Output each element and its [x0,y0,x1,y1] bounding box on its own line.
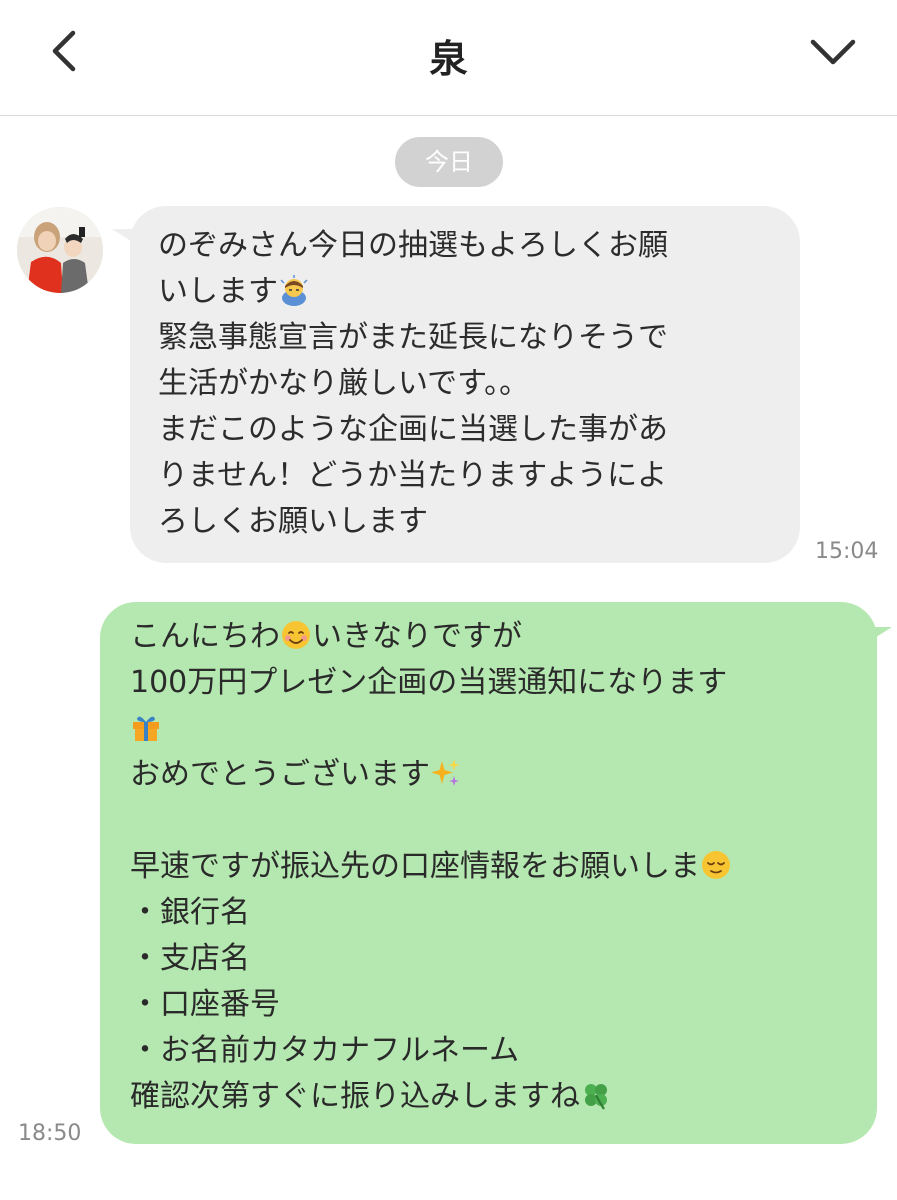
message-line: 緊急事態宣言がまた延長になりそうで [158,320,668,355]
message-text: いきなりですが [312,619,522,654]
message-text: 100万円プレゼン企画の当選通知になります [130,665,728,700]
message-text: ・口座番号 [130,987,280,1022]
message-text: こんにちわ [130,619,280,654]
message-text: おめでとうございます [130,757,430,792]
message-line: ろしくお願いします [158,504,428,539]
menu-toggle-button[interactable] [805,26,861,76]
message-line: いします [158,274,278,309]
message-timestamp: 15:04 [815,539,879,564]
chevron-down-icon [810,39,856,65]
sparkles-emoji [431,759,460,786]
message-timestamp: 18:50 [18,1121,82,1146]
message-list[interactable]: 今日 のぞみさん今日の抽選もよろしくお願 いします 緊急事態宣言がまた延長になり… [0,117,897,1200]
message-text: 早速ですが振込先の口座情報をお願いしま [130,849,700,884]
person-bowing-emoji [280,275,308,306]
smiling-face-emoji [282,621,310,649]
chat-header: 泉 [0,0,897,116]
wrapped-gift-emoji [133,716,159,741]
outgoing-message-bubble[interactable]: こんにちわ いきなりですが 100万円プレゼン企画の当選通知になります おめでとう… [100,602,877,1144]
message-text: ・銀行名 [130,895,250,930]
message-text: ・お名前カタカナフルネーム [130,1033,520,1068]
date-separator: 今日 [395,137,503,187]
incoming-message-bubble[interactable]: のぞみさん今日の抽選もよろしくお願 いします 緊急事態宣言がまた延長になりそうで… [130,206,800,563]
chat-title: 泉 [429,37,468,81]
avatar-photo [17,207,103,293]
message-text: ・支店名 [130,941,250,976]
message-line: まだこのような企画に当選した事があ [158,412,668,447]
message-line: りません！どうか当たりますようによ [158,458,668,493]
message-line: 生活がかなり厳しいです。。 [158,366,530,401]
message-text: 確認次第すぐに振り込みしますね [130,1079,580,1114]
relieved-face-emoji [702,851,730,879]
four-leaf-clover-emoji [585,1084,607,1110]
message-line: のぞみさん今日の抽選もよろしくお願 [158,228,668,263]
avatar[interactable] [17,207,103,293]
